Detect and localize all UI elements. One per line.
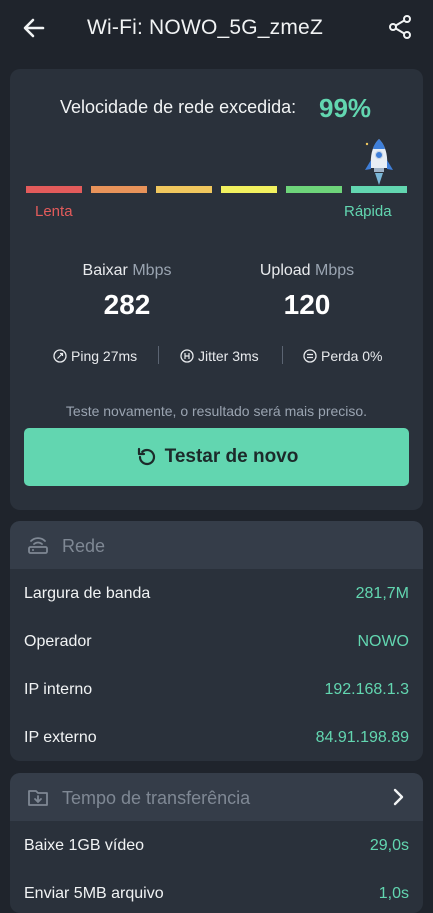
refresh-icon bbox=[137, 447, 155, 466]
top-bar: Wi-Fi: NOWO_5G_zmeZ bbox=[0, 0, 433, 56]
network-card: Rede Largura de banda 281,7M Operador NO… bbox=[10, 521, 423, 761]
network-card-header: Rede bbox=[10, 521, 423, 569]
download-unit: Mbps bbox=[132, 262, 172, 279]
row-value: 1,0s bbox=[378, 885, 409, 902]
speed-headline: Velocidade de rede excedida: bbox=[60, 97, 297, 117]
metric-divider bbox=[158, 346, 159, 364]
transfer-row-file: Enviar 5MB arquivo 1,0s bbox=[10, 871, 423, 913]
upload-label: Upload bbox=[259, 262, 311, 279]
metric-divider bbox=[282, 346, 283, 364]
ping-icon bbox=[53, 349, 67, 363]
back-button[interactable] bbox=[20, 14, 48, 42]
retest-button[interactable]: Testar de novo bbox=[24, 428, 409, 486]
rocket-icon bbox=[361, 136, 397, 190]
network-row-internal-ip: IP interno 192.168.1.3 bbox=[10, 667, 423, 715]
chevron-right-icon bbox=[393, 788, 404, 806]
row-value: 281,7M bbox=[355, 585, 409, 602]
speed-scale-segment bbox=[156, 186, 212, 193]
ping-metric: Ping 27ms bbox=[53, 348, 137, 364]
page-title: Wi-Fi: NOWO_5G_zmeZ bbox=[87, 16, 323, 39]
loss-text: Perda 0% bbox=[321, 348, 383, 364]
router-icon bbox=[28, 537, 48, 554]
network-row-external-ip: IP externo 84.91.198.89 bbox=[10, 715, 423, 761]
row-label: Enviar 5MB arquivo bbox=[24, 885, 164, 902]
download-header: Baixar Mbps bbox=[47, 262, 207, 280]
row-value: NOWO bbox=[357, 633, 409, 650]
share-icon bbox=[389, 15, 411, 39]
jitter-metric: Jitter 3ms bbox=[180, 348, 259, 364]
jitter-icon bbox=[180, 349, 194, 363]
download-value: 282 bbox=[103, 289, 151, 320]
row-label: Largura de banda bbox=[24, 585, 151, 602]
retest-button-label: Testar de novo bbox=[164, 446, 299, 467]
transfer-card-header[interactable]: Tempo de transferência bbox=[10, 773, 423, 821]
speed-scale-segment bbox=[91, 186, 147, 193]
transfer-card-title: Tempo de transferência bbox=[62, 788, 251, 808]
upload-unit: Mbps bbox=[315, 262, 355, 279]
scale-slow-label: Lenta bbox=[35, 203, 73, 220]
row-label: IP interno bbox=[24, 681, 93, 698]
loss-icon bbox=[303, 349, 317, 363]
jitter-text: Jitter 3ms bbox=[198, 348, 259, 364]
speed-scale-segment bbox=[221, 186, 277, 193]
row-label: IP externo bbox=[24, 729, 97, 746]
transfer-row-video: Baixe 1GB vídeo 29,0s bbox=[10, 823, 423, 871]
row-label: Baixe 1GB vídeo bbox=[24, 837, 145, 854]
share-button[interactable] bbox=[387, 14, 413, 40]
upload-header: Upload Mbps bbox=[227, 262, 387, 280]
retest-hint: Teste novamente, o resultado será mais p… bbox=[65, 403, 368, 419]
network-row-bandwidth: Largura de banda 281,7M bbox=[10, 571, 423, 619]
scale-fast-label: Rápida bbox=[344, 203, 392, 220]
speed-result-card: Velocidade de rede excedida: 99% Lenta R… bbox=[10, 69, 423, 510]
speed-scale-segment bbox=[26, 186, 82, 193]
network-row-operator: Operador NOWO bbox=[10, 619, 423, 667]
row-value: 29,0s bbox=[369, 837, 409, 854]
speed-scale-segment bbox=[286, 186, 342, 193]
row-value: 84.91.198.89 bbox=[315, 729, 409, 746]
arrow-left-icon bbox=[23, 18, 45, 38]
network-card-title: Rede bbox=[62, 536, 106, 556]
loss-metric: Perda 0% bbox=[303, 348, 382, 364]
transfer-time-card: Tempo de transferência Baixe 1GB vídeo 2… bbox=[10, 773, 423, 913]
download-folder-icon bbox=[28, 790, 48, 806]
download-label: Baixar bbox=[82, 262, 128, 279]
upload-value: 120 bbox=[283, 289, 331, 320]
ping-text: Ping 27ms bbox=[71, 348, 138, 364]
row-label: Operador bbox=[24, 633, 92, 650]
row-value: 192.168.1.3 bbox=[324, 681, 409, 698]
speed-percent: 99% bbox=[319, 93, 372, 123]
